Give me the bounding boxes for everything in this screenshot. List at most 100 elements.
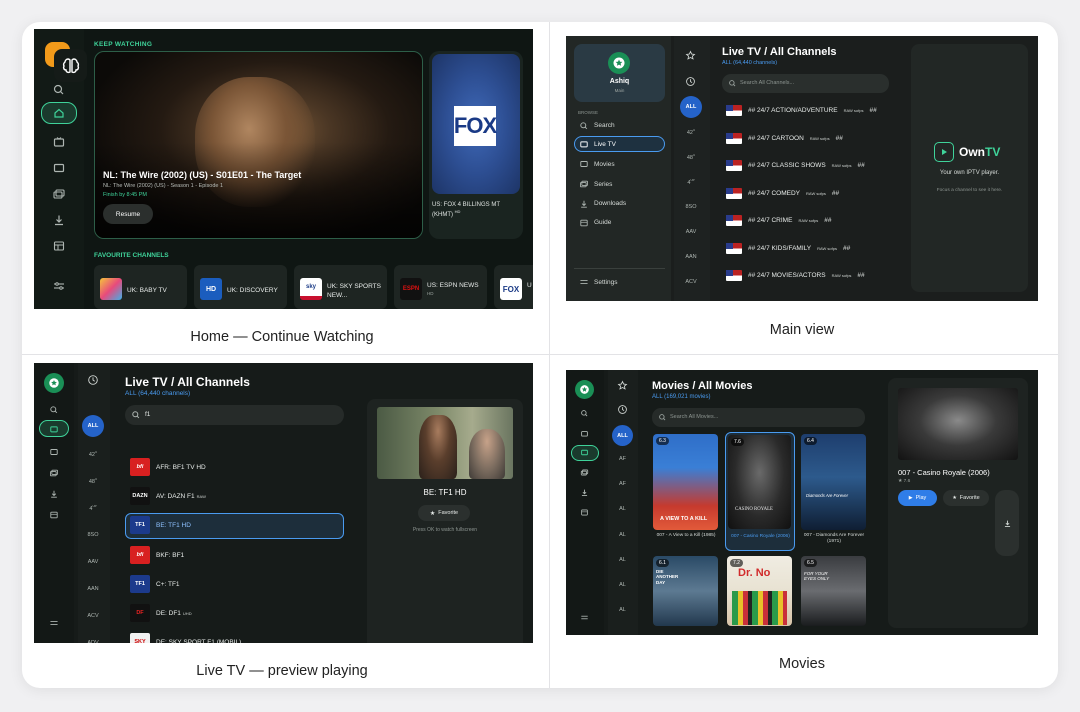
channel-row[interactable]: DE: DF1 UHD	[156, 610, 192, 617]
search-icon[interactable]	[52, 83, 66, 97]
poster-card[interactable]: 7.2 Dr. No	[726, 555, 793, 627]
series-icon[interactable]	[52, 187, 66, 201]
series-icon[interactable]	[49, 468, 59, 478]
category-item[interactable]: 48U	[680, 153, 702, 161]
horizontal-divider	[22, 354, 1058, 355]
poster-card[interactable]: 6.5 FOR YOUR EYES ONLY	[800, 555, 867, 627]
channel-row[interactable]: C+: TF1	[156, 581, 182, 588]
guide-icon[interactable]	[52, 239, 66, 253]
category-item[interactable]: AAN	[680, 254, 702, 260]
clock-icon[interactable]	[87, 374, 99, 386]
channel-row[interactable]: ## 24/7 MOVIES/ACTORS RAW sofps ##	[726, 270, 865, 281]
channel-row[interactable]: ## 24/7 CRIME RAW sofps ##	[726, 215, 832, 226]
clock-icon[interactable]	[617, 404, 628, 415]
settings-sliders-icon[interactable]	[580, 613, 589, 622]
side-channel-card[interactable]: FOX US: FOX 4 BILLINGS MT (KHMT) HD	[429, 51, 523, 239]
nav-series[interactable]: Series	[594, 181, 612, 188]
poster-card[interactable]: 6.4 Diamonds Are Forever 007 - Diamonds …	[800, 433, 867, 549]
category-item[interactable]: AL	[612, 532, 633, 538]
fav-card-espn[interactable]: ESPN US: ESPN NEWS HD	[394, 265, 487, 309]
channel-tag: RAW sofps	[798, 218, 819, 223]
channel-row[interactable]: DE: SKY SPORT F1 (MOBIL)	[156, 639, 243, 643]
nav-search[interactable]: Search	[594, 122, 615, 129]
category-item[interactable]: 48U	[82, 477, 104, 485]
channel-row[interactable]: BE: TF1 HD	[156, 522, 193, 529]
star-logo-icon[interactable]	[575, 380, 594, 399]
detail-rating: ★ 7.6	[898, 479, 911, 484]
category-all-active[interactable]: ALL	[82, 415, 104, 437]
channel-row[interactable]: ## 24/7 KIDS/FAMILY RAW sofps ##	[726, 242, 850, 254]
category-item[interactable]: ADV	[82, 638, 104, 643]
search-icon[interactable]	[580, 409, 589, 418]
hero-card[interactable]: NL: The Wire (2002) (US) - S01E01 - The …	[94, 51, 423, 239]
nav-settings[interactable]: Settings	[594, 279, 618, 286]
nav-downloads[interactable]: Downloads	[594, 200, 626, 207]
download-icon[interactable]	[52, 213, 66, 227]
channel-row[interactable]: ## 24/7 ACTION/ADVENTURE RAW sofps ##	[726, 105, 877, 116]
category-item[interactable]: 4UP	[82, 504, 104, 512]
series-icon[interactable]	[580, 468, 589, 477]
category-item[interactable]: 8SO	[680, 204, 702, 210]
star-icon[interactable]	[685, 50, 696, 61]
category-item[interactable]: 42U	[82, 450, 104, 458]
guide-icon[interactable]	[49, 510, 59, 520]
search-icon	[728, 79, 737, 88]
channel-row[interactable]: AV: DAZN F1 RAW	[156, 493, 206, 500]
channel-row[interactable]: ## 24/7 CLASSIC SHOWS RAW sofps ##	[726, 160, 865, 171]
play-button[interactable]: ▶ Play	[898, 490, 937, 506]
favorite-button[interactable]: ★ Favorite	[943, 490, 989, 506]
poster-card-selected[interactable]: 7.6 CASINO ROYALE 007 - Casino Royale (2…	[725, 432, 795, 551]
channel-row[interactable]: BKF: BF1	[156, 552, 186, 559]
category-item[interactable]: AL	[612, 582, 633, 588]
tv-icon[interactable]	[580, 429, 589, 438]
preview-video[interactable]	[377, 407, 513, 479]
settings-sliders-icon[interactable]	[52, 279, 66, 293]
category-item[interactable]: ACV	[680, 279, 702, 285]
clock-icon[interactable]	[685, 76, 696, 87]
tv-icon[interactable]	[52, 135, 66, 149]
category-item[interactable]: AAV	[680, 229, 702, 235]
guide-icon[interactable]	[580, 508, 589, 517]
download-button[interactable]	[995, 490, 1019, 556]
settings-sliders-icon[interactable]	[49, 618, 59, 628]
profile-card[interactable]: Ashiq Main	[574, 44, 665, 102]
download-icon[interactable]	[49, 489, 59, 499]
category-item[interactable]: AAN	[82, 584, 104, 592]
fav-card-discovery[interactable]: HD UK: DISCOVERY	[194, 265, 287, 309]
download-icon[interactable]	[580, 488, 589, 497]
category-item[interactable]: 4UP	[680, 178, 702, 186]
category-item[interactable]: 42U	[680, 128, 702, 136]
fav-card-skysports[interactable]: sky UK: SKY SPORTS NEW...	[294, 265, 387, 309]
fav-card-fox[interactable]: FOX U	[494, 265, 533, 309]
category-item[interactable]: AF	[612, 456, 633, 462]
category-all-active[interactable]: ALL	[612, 425, 633, 446]
poster-card[interactable]: 6.1 DIE ANOTHER DAY	[652, 555, 719, 627]
nav-guide[interactable]: Guide	[594, 219, 611, 226]
category-item[interactable]: AL	[612, 557, 633, 563]
category-item[interactable]: AL	[612, 607, 633, 613]
search-icon[interactable]	[49, 405, 59, 415]
fav-card-babytv[interactable]: UK: BABY TV	[94, 265, 187, 309]
poster-card[interactable]: 6.3 A VIEW TO A KILL 007 - A View to a K…	[652, 433, 719, 549]
search-input[interactable]: f1	[125, 405, 344, 425]
category-item[interactable]: 8SO	[82, 530, 104, 538]
category-all-active[interactable]: ALL	[680, 96, 702, 118]
star-logo-icon[interactable]	[44, 373, 64, 393]
brain-icon[interactable]	[54, 49, 87, 82]
star-icon[interactable]	[617, 380, 628, 391]
channel-row[interactable]: ## 24/7 COMEDY RAW sofps ##	[726, 187, 839, 199]
nav-movies[interactable]: Movies	[594, 161, 615, 168]
channel-row[interactable]: ## 24/7 CARTOON RAW sofps ##	[726, 132, 843, 144]
category-item[interactable]: AF	[612, 481, 633, 487]
caption-livetv: Live TV — preview playing	[196, 663, 368, 679]
search-input[interactable]: Search All Movies...	[652, 408, 865, 427]
favorite-button[interactable]: ★ Favorite	[418, 505, 470, 521]
category-item[interactable]: ACV	[82, 611, 104, 619]
category-item[interactable]: AL	[612, 506, 633, 512]
movies-icon[interactable]	[52, 161, 66, 175]
resume-button[interactable]: Resume	[103, 204, 153, 224]
movies-icon[interactable]	[49, 447, 59, 457]
search-input[interactable]: Search All Channels...	[722, 74, 889, 93]
category-item[interactable]: AAV	[82, 557, 104, 565]
channel-row[interactable]: AFR: BF1 TV HD	[156, 464, 208, 471]
